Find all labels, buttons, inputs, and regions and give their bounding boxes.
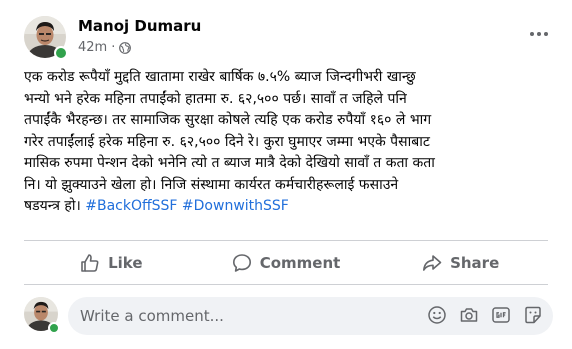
online-status-dot (48, 322, 60, 334)
share-label: Share (450, 254, 500, 272)
camera-icon[interactable] (459, 305, 479, 325)
comment-icon (232, 254, 251, 272)
divider (24, 284, 548, 285)
comment-label: Comment (259, 254, 341, 272)
emoji-icon[interactable] (427, 305, 447, 325)
post-header: Manoj Dumaru 42m · (24, 16, 554, 60)
sticker-icon[interactable] (523, 305, 543, 325)
more-options-icon[interactable] (524, 22, 554, 46)
post-text: एक करोड रूपैयाँ मुद्दति खातामा राखेर बार… (24, 67, 554, 218)
comment-input[interactable] (80, 307, 380, 325)
comment-input-box[interactable] (68, 297, 553, 335)
share-icon (423, 255, 442, 271)
like-button[interactable]: Like (24, 245, 199, 281)
post-text-last-line: षडयन्त्र हो। #BackOffSSF #DownwithSSF (24, 196, 554, 218)
post-text-line: भन्यो भने हरेक महिना तपाईंको हातमा रु. ६… (24, 90, 407, 107)
post-text-line: तपाईंकै भैरहन्छ। तर सामाजिक सुरक्षा कोषल… (24, 112, 432, 128)
facebook-post: Manoj Dumaru 42m · एक करोड रूपैयाँ मुद्द… (0, 0, 572, 349)
post-time[interactable]: 42m (78, 40, 107, 55)
comment-composer (24, 297, 554, 337)
meta-separator: · (111, 40, 116, 55)
comment-tools (427, 305, 543, 325)
post-meta: 42m · (78, 40, 132, 55)
like-label: Like (108, 254, 143, 272)
post-text-line: नि। यो झुक्याउने खेला हो। निजि संस्थामा … (24, 176, 399, 193)
like-icon (81, 254, 99, 272)
share-button[interactable]: Share (373, 245, 548, 281)
post-text-tail: षडयन्त्र हो। (24, 198, 81, 214)
post-text-line: गरेर तपाईंलाई हरेक महिना रु. ६२,५०० दिने… (24, 133, 430, 150)
commenter-avatar[interactable] (24, 297, 60, 334)
post-text-line: मासिक रुपमा पेन्शन देको भनेनि त्यो त ब्य… (24, 155, 435, 171)
post-text-line: एक करोड रूपैयाँ मुद्दति खातामा राखेर बार… (24, 69, 416, 85)
author-name[interactable]: Manoj Dumaru (78, 17, 201, 35)
hashtag-link[interactable]: #BackOffSSF (85, 198, 177, 214)
divider (24, 240, 548, 241)
online-status-dot (54, 46, 68, 60)
hashtag-link[interactable]: #DownwithSSF (182, 198, 289, 214)
gif-icon[interactable] (491, 305, 511, 325)
comment-button[interactable]: Comment (199, 245, 374, 281)
globe-icon[interactable] (119, 41, 132, 54)
post-actions: Like Comment Share (24, 245, 548, 281)
author-avatar[interactable] (24, 16, 68, 60)
